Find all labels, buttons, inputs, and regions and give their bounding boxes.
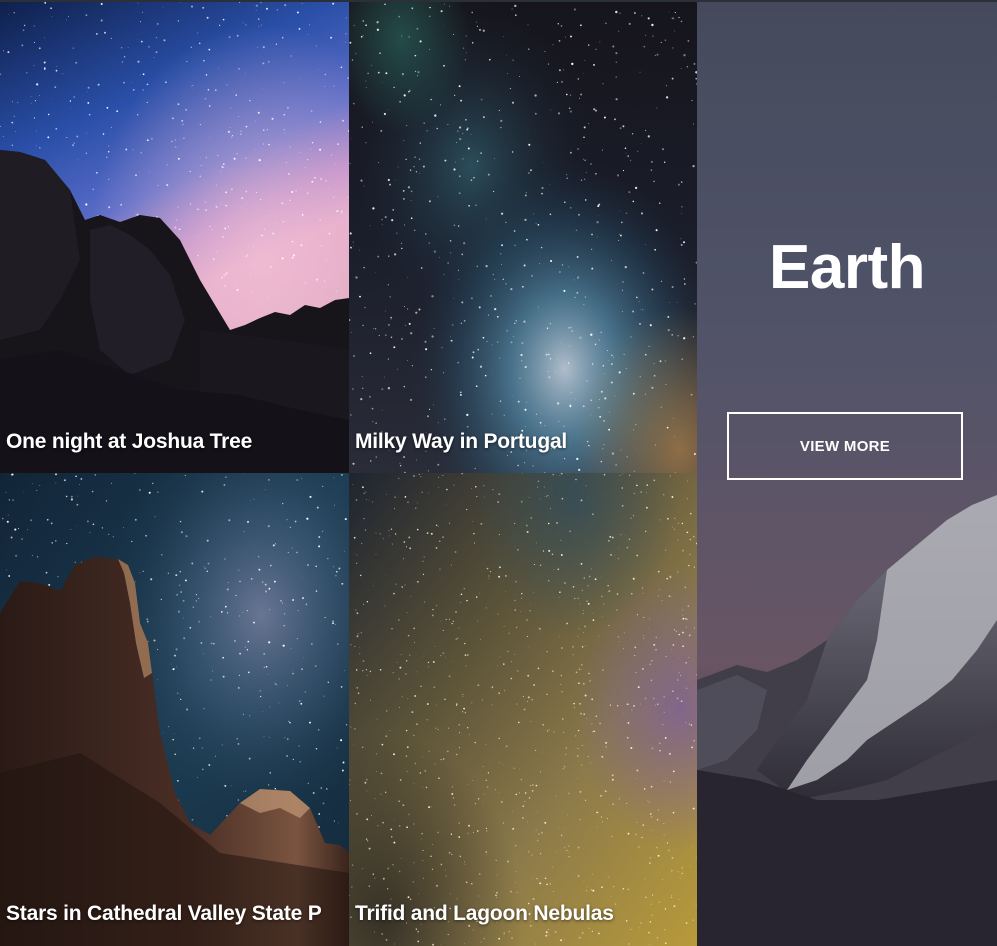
view-more-button[interactable]: VIEW MORE [727,412,963,480]
tile-title: Stars in Cathedral Valley State P [6,902,322,925]
window-top-border [0,0,997,2]
gallery-tile-trifid-lagoon[interactable]: Trifid and Lagoon Nebulas [349,473,697,946]
trifid-lagoon-photo [349,473,697,946]
joshua-tree-photo [0,0,349,473]
tile-title: Trifid and Lagoon Nebulas [355,902,614,925]
gallery-tile-joshua-tree[interactable]: One night at Joshua Tree [0,0,349,473]
feature-title: Earth [769,233,925,302]
gallery-tile-cathedral-valley[interactable]: Stars in Cathedral Valley State P [0,473,349,946]
photo-gallery-page: One night at Joshua Tree Milky Way in Po… [0,0,997,946]
feature-panel-earth: Earth VIEW MORE [697,0,997,946]
milky-way-photo [349,0,697,473]
tile-title: One night at Joshua Tree [6,430,253,453]
gallery-tile-milky-way-portugal[interactable]: Milky Way in Portugal [349,0,697,473]
tile-title: Milky Way in Portugal [355,430,568,453]
cathedral-valley-photo [0,473,349,946]
